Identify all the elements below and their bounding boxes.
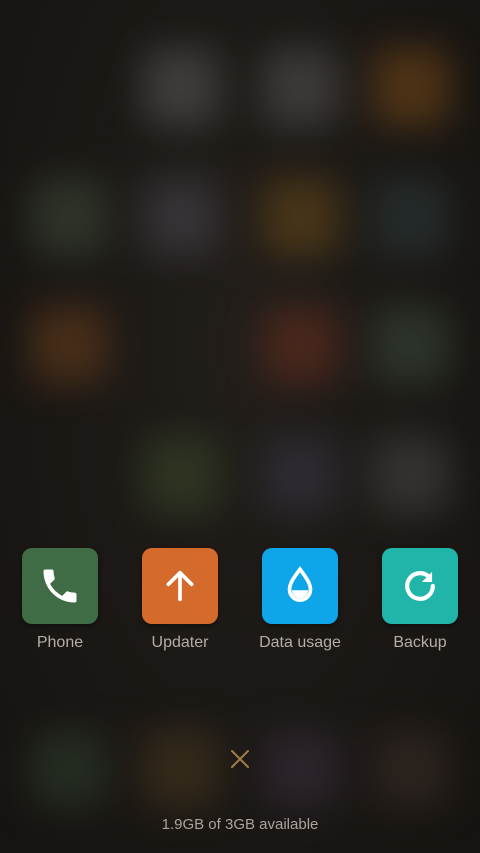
- arrow-up-icon: [166, 570, 194, 602]
- app-label-updater: Updater: [151, 634, 209, 651]
- phone-icon: [43, 569, 77, 603]
- ghost-icon: [142, 436, 220, 514]
- ghost-icon: [262, 48, 340, 126]
- ghost-icon: [142, 48, 220, 126]
- refresh-icon: [405, 571, 435, 601]
- data-usage-app-icon[interactable]: [262, 548, 338, 624]
- ghost-icon: [372, 178, 450, 256]
- close-icon: [231, 750, 249, 768]
- phone-app-icon[interactable]: [22, 548, 98, 624]
- updater-app-icon[interactable]: [142, 548, 218, 624]
- ghost-icon: [372, 730, 450, 808]
- ghost-icon: [30, 178, 108, 256]
- app-label-data-usage: Data usage: [259, 634, 341, 651]
- recent-app-phone[interactable]: Phone: [0, 548, 120, 658]
- recent-app-data-usage[interactable]: Data usage: [240, 548, 360, 658]
- ghost-icon: [30, 730, 108, 808]
- recent-app-backup[interactable]: Backup: [360, 548, 480, 658]
- blurred-home-background: [0, 0, 480, 853]
- ghost-icon: [372, 48, 450, 126]
- clear-all-button[interactable]: [222, 741, 258, 777]
- ghost-icon: [372, 306, 450, 384]
- backup-app-icon[interactable]: [382, 548, 458, 624]
- recent-apps-row: Phone Updater Data usage Backup: [0, 548, 480, 658]
- ghost-icon: [262, 730, 340, 808]
- ghost-icon: [142, 730, 220, 808]
- recents-screen: Phone Updater Data usage Backup 1.9GB of…: [0, 0, 480, 853]
- ghost-icon: [142, 178, 220, 256]
- water-drop-icon: [287, 565, 313, 602]
- ghost-icon: [262, 306, 340, 384]
- ghost-icon: [372, 436, 450, 514]
- ghost-icon: [262, 178, 340, 256]
- ghost-icon: [30, 306, 108, 384]
- memory-status-text: 1.9GB of 3GB available: [161, 816, 319, 833]
- ghost-icon: [262, 436, 340, 514]
- app-label-backup: Backup: [393, 634, 447, 651]
- recent-app-updater[interactable]: Updater: [120, 548, 240, 658]
- app-label-phone: Phone: [36, 634, 84, 651]
